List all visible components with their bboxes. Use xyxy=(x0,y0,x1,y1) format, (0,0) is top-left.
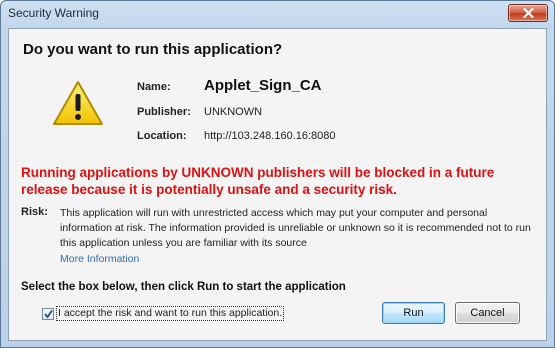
accept-risk-checkbox[interactable] xyxy=(42,308,54,320)
title-bar[interactable]: Security Warning xyxy=(1,1,554,27)
risk-description: This application will run with unrestric… xyxy=(60,207,531,249)
dialog-heading: Do you want to run this application? xyxy=(23,41,283,58)
close-icon xyxy=(523,8,534,18)
app-name-value: Applet_Sign_CA xyxy=(204,77,322,94)
cancel-button[interactable]: Cancel xyxy=(455,302,520,324)
location-label: Location: xyxy=(137,130,187,142)
blocked-warning-text: Running applications by UNKNOWN publishe… xyxy=(21,165,495,197)
accept-risk-label[interactable]: I accept the risk and want to run this a… xyxy=(56,306,285,321)
risk-label: Risk: xyxy=(21,206,48,218)
run-button[interactable]: Run xyxy=(382,302,445,324)
window-title: Security Warning xyxy=(8,6,99,20)
publisher-label: Publisher: xyxy=(137,106,191,118)
dialog-body: Do you want to run this application? Nam… xyxy=(8,28,547,341)
checkmark-icon xyxy=(44,309,53,319)
security-warning-window: Security Warning Do you want to run this… xyxy=(0,0,555,348)
name-label: Name: xyxy=(137,81,171,93)
warning-triangle-icon xyxy=(53,81,103,125)
instruction-text: Select the box below, then click Run to … xyxy=(21,281,346,293)
publisher-value: UNKNOWN xyxy=(204,106,263,118)
close-button[interactable] xyxy=(508,4,548,22)
location-value: http://103.248.160.16:8080 xyxy=(204,130,336,142)
more-information-link[interactable]: More Information xyxy=(60,253,139,265)
